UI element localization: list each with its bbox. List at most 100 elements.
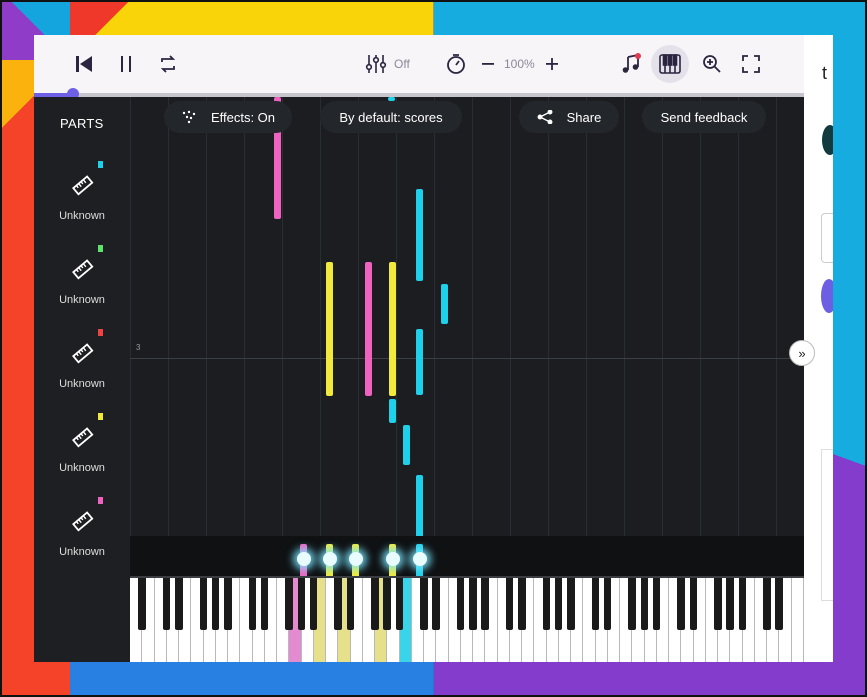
pause-icon	[121, 56, 131, 72]
grid-line	[472, 97, 473, 537]
part-item[interactable]: Unknown	[34, 413, 130, 483]
parts-sidebar: PARTS Unknown Unknown Unknown Unknown Unknow…	[34, 97, 130, 662]
effects-label: Effects: On	[210, 109, 276, 125]
grid-line	[282, 97, 283, 537]
piano-view-button[interactable]	[651, 45, 689, 83]
black-key[interactable]	[395, 578, 404, 630]
part-label: Unknown	[59, 546, 105, 558]
expand-panel-button[interactable]: »	[789, 340, 815, 366]
black-key[interactable]	[383, 578, 391, 630]
music-note-icon	[622, 53, 641, 73]
black-key[interactable]	[554, 578, 563, 630]
part-item[interactable]: Unknown	[34, 245, 130, 315]
zoom-out-button[interactable]	[474, 50, 502, 78]
black-key[interactable]	[224, 578, 232, 630]
black-key[interactable]	[162, 578, 171, 630]
black-key[interactable]	[469, 578, 477, 630]
black-key[interactable]	[481, 578, 489, 630]
panel-input[interactable]	[821, 213, 833, 263]
grid-line	[358, 97, 359, 537]
black-key[interactable]	[591, 578, 600, 630]
grid-line	[548, 97, 549, 537]
zoom-level: 100%	[504, 57, 535, 71]
black-key[interactable]	[763, 578, 771, 630]
falling-note	[416, 329, 423, 395]
falling-note	[416, 475, 423, 537]
part-label: Unknown	[59, 378, 105, 390]
black-key[interactable]	[505, 578, 514, 630]
loop-button[interactable]	[154, 50, 182, 78]
black-key[interactable]	[738, 578, 747, 630]
black-key[interactable]	[677, 578, 685, 630]
panel-action-button[interactable]	[821, 279, 833, 313]
falling-note	[416, 189, 423, 281]
avatar	[822, 125, 833, 155]
grid-line	[586, 97, 587, 537]
panel-text-fragment: t	[822, 63, 828, 83]
effects-toggle[interactable]: Effects: On	[164, 101, 292, 133]
ruler-icon	[72, 175, 94, 196]
piano-player-window: Off 100% PARTS Unknown Unknown Unknown Unkn…	[34, 35, 804, 662]
black-key[interactable]	[456, 578, 465, 630]
black-key[interactable]	[640, 578, 649, 630]
key-hit-spark	[323, 552, 337, 566]
black-key[interactable]	[175, 578, 183, 630]
grid-line	[700, 97, 701, 537]
black-key[interactable]	[689, 578, 698, 630]
black-key[interactable]	[309, 578, 318, 630]
mixer-button[interactable]	[362, 50, 390, 78]
ruler-icon	[72, 427, 94, 448]
part-item[interactable]: Unknown	[34, 497, 130, 567]
parts-title: PARTS	[60, 116, 104, 131]
black-key[interactable]	[726, 578, 734, 630]
part-item[interactable]: Unknown	[34, 329, 130, 399]
black-key[interactable]	[334, 578, 342, 630]
toolbar: Off 100%	[34, 35, 804, 93]
black-key[interactable]	[346, 578, 355, 630]
black-key[interactable]	[714, 578, 722, 630]
black-key[interactable]	[775, 578, 783, 630]
send-feedback-label: Send feedback	[660, 109, 748, 125]
skip-to-start-button[interactable]	[70, 50, 98, 78]
piano-roll: 3 Effects: On By default: scores Share S…	[130, 97, 804, 662]
black-key[interactable]	[248, 578, 257, 630]
black-key[interactable]	[518, 578, 526, 630]
black-key[interactable]	[432, 578, 440, 630]
black-key[interactable]	[567, 578, 575, 630]
magnify-button[interactable]	[698, 50, 726, 78]
black-key[interactable]	[628, 578, 636, 630]
black-key[interactable]	[652, 578, 661, 630]
key-hit-spark	[297, 552, 311, 566]
timer-button[interactable]	[442, 50, 470, 78]
music-note-button[interactable]	[617, 50, 645, 78]
black-key[interactable]	[211, 578, 220, 630]
default-view-button[interactable]: By default: scores	[320, 101, 462, 133]
key-hit-spark	[386, 552, 400, 566]
part-item[interactable]: Unknown	[34, 161, 130, 231]
falling-note	[389, 262, 396, 396]
piano-keyboard[interactable]	[130, 578, 804, 662]
black-key[interactable]	[542, 578, 551, 630]
grid-line	[320, 97, 321, 537]
black-key[interactable]	[420, 578, 428, 630]
black-key[interactable]	[371, 578, 379, 630]
share-icon	[537, 110, 553, 124]
share-label: Share	[566, 109, 602, 125]
grid-line	[434, 97, 435, 537]
ruler-icon	[72, 343, 94, 364]
ruler-icon	[72, 511, 94, 532]
share-button[interactable]: Share	[519, 101, 619, 133]
send-feedback-button[interactable]: Send feedback	[642, 101, 766, 133]
black-key[interactable]	[285, 578, 293, 630]
black-key[interactable]	[297, 578, 306, 630]
black-key[interactable]	[138, 578, 146, 630]
fullscreen-button[interactable]	[737, 50, 765, 78]
black-key[interactable]	[199, 578, 208, 630]
grid-line	[244, 97, 245, 537]
part-label: Unknown	[59, 294, 105, 306]
pause-button[interactable]	[112, 50, 140, 78]
black-key[interactable]	[260, 578, 269, 630]
zoom-in-button[interactable]	[538, 50, 566, 78]
white-key[interactable]	[791, 578, 804, 662]
black-key[interactable]	[603, 578, 612, 630]
